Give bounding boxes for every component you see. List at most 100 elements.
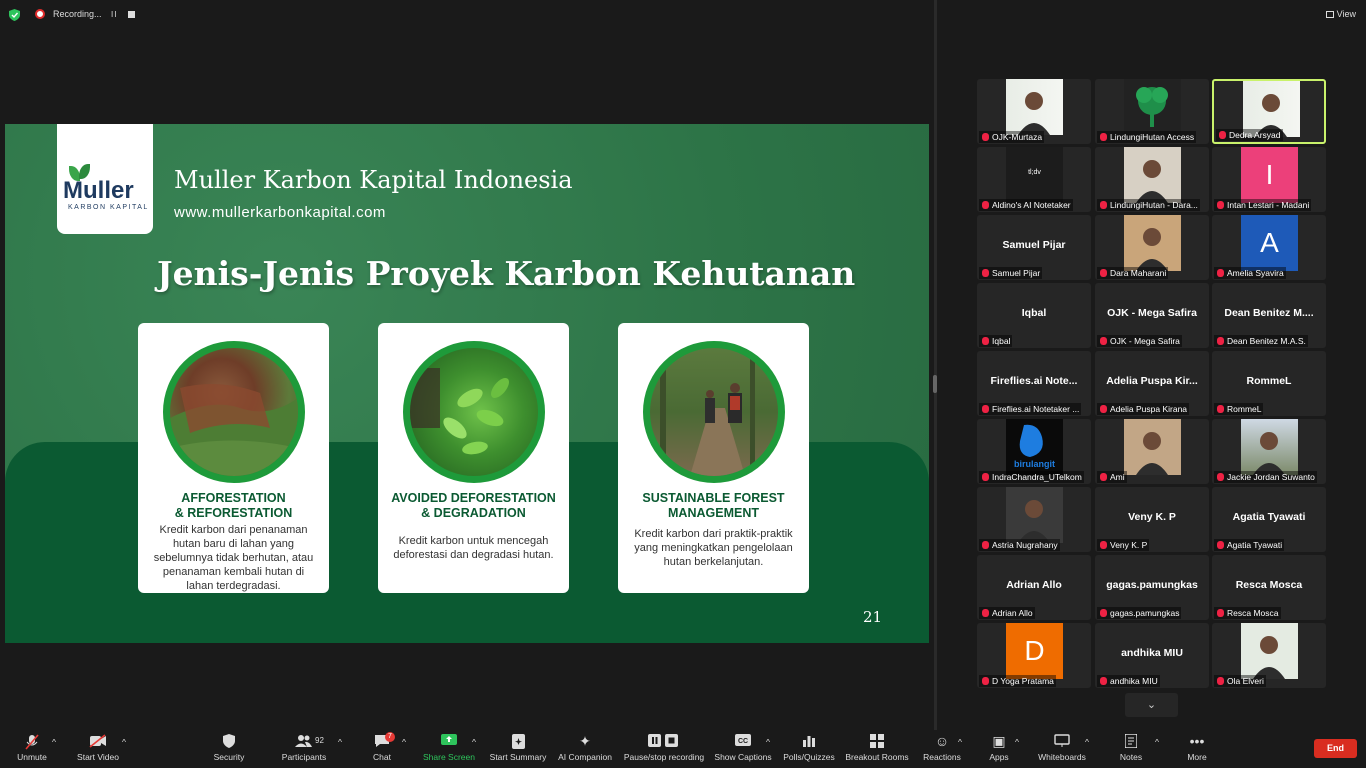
start-video-button[interactable]: Start Video [74,734,122,762]
participant-tile[interactable]: Adrian Allo Adrian Allo [977,555,1091,620]
participant-tile[interactable]: Dean Benitez M.... Dean Benitez M.A.S. [1212,283,1326,348]
ai-companion-button[interactable]: ✦ AI Companion [556,734,614,763]
mic-muted-icon [982,405,989,413]
participant-name-text: gagas.pamungkas [1110,608,1180,618]
reactions-options-caret[interactable]: ^ [958,737,962,747]
participant-name-text: OJK - Mega Safira [1110,336,1180,346]
participant-tile[interactable]: Adelia Puspa Kir... Adelia Puspa Kirana [1095,351,1209,416]
share-screen-button[interactable]: Share Screen [422,734,476,762]
participant-tile[interactable]: tl;dv Aldino's AI Notetaker [977,147,1091,212]
participant-tile[interactable]: Jackie Jordan Suwanto [1212,419,1326,484]
security-button[interactable]: Security [208,734,250,762]
apps-icon: ▣ [992,733,1006,749]
view-button[interactable]: View [1325,9,1356,19]
participant-tile[interactable]: LindungiHutan Access [1095,79,1209,144]
participant-tile[interactable]: I Intan Lestari - Madani [1212,147,1326,212]
mic-muted-icon [982,133,989,141]
captions-options-caret[interactable]: ^ [766,737,770,747]
participant-tile[interactable]: DD Yoga Pratama [977,623,1091,688]
mic-muted-icon [1100,541,1107,549]
organization-name: Muller Karbon Kapital Indonesia [174,166,573,194]
participant-tile[interactable]: birulangit IndraChandra_UTelkom [977,419,1091,484]
more-dots-icon: ••• [1189,733,1205,749]
participant-tile[interactable]: Iqbal Iqbal [977,283,1091,348]
participant-tile[interactable]: Fireflies.ai Note... Fireflies.ai Notetak… [977,351,1091,416]
participant-tile[interactable]: Dara Maharani [1095,215,1209,280]
avatar: I [1241,147,1298,203]
polls-quizzes-button[interactable]: Polls/Quizzes [782,734,836,762]
unmute-button[interactable]: Unmute [14,734,50,762]
participant-tile[interactable]: Resca Mosca Resca Mosca [1212,555,1326,620]
participant-name-text: LindungiHutan - Dara... [1110,200,1198,210]
participant-tile[interactable]: A Amelia Syavira [1212,215,1326,280]
video-feed [1124,147,1181,203]
participants-count: 92 [315,736,324,745]
participant-name-text: Veny K. P [1110,540,1148,550]
whiteboard-icon [1053,734,1071,749]
participant-tile[interactable]: Agatia Tyawati Agatia Tyawati [1212,487,1326,552]
more-button[interactable]: ••• More [1182,733,1212,763]
participant-name-text: OJK-Murtaza [992,132,1043,142]
participant-name-label: OJK - Mega Safira [1097,335,1182,347]
participants-options-caret[interactable]: ^ [338,737,342,747]
participant-name-text: Resca Mosca [1227,608,1279,618]
audio-options-caret[interactable]: ^ [52,737,56,747]
participant-tile[interactable]: Samuel Pijar Samuel Pijar [977,215,1091,280]
mic-muted-icon [1100,405,1107,413]
participant-tile[interactable]: gagas.pamungkas gagas.pamungkas [1095,555,1209,620]
participant-name-display: Adrian Allo [1006,579,1062,591]
forest-path-image [660,348,755,476]
participant-tile[interactable]: Ami [1095,419,1209,484]
participant-tile[interactable]: LindungiHutan - Dara... [1095,147,1209,212]
participant-name-display: andhika MIU [1121,647,1183,659]
participant-name-text: Agatia Tyawati [1227,540,1283,550]
participant-name-text: Aldino's AI Notetaker [992,200,1071,210]
participant-tile[interactable]: andhika MIU andhika MIU [1095,623,1209,688]
participant-name-display: Iqbal [1021,307,1047,319]
video-options-caret[interactable]: ^ [122,737,126,747]
participant-name-display: Fireflies.ai Note... [990,375,1078,387]
chat-button[interactable]: Chat 7 [368,732,396,762]
participant-tile[interactable]: Ola Elveri [1212,623,1326,688]
panel-splitter[interactable] [934,0,937,730]
end-meeting-button[interactable]: End [1314,739,1357,758]
breakout-rooms-button[interactable]: Breakout Rooms [844,734,910,762]
splitter-handle[interactable] [933,375,937,393]
card-title: & DEGRADATION [421,506,526,520]
chat-options-caret[interactable]: ^ [402,737,406,747]
participant-name-display: gagas.pamungkas [1106,579,1198,591]
video-feed [1006,79,1063,135]
captions-icon: CC [734,734,752,749]
card-title: & REFORESTATION [174,506,293,520]
participant-tile[interactable]: OJK - Mega Safira OJK - Mega Safira [1095,283,1209,348]
shield-check-icon[interactable] [9,9,20,21]
participant-tile[interactable]: Veny K. P Veny K. P [1095,487,1209,552]
pause-recording-icon[interactable]: II [111,10,117,19]
participant-tile[interactable]: OJK-Murtaza [977,79,1091,144]
apps-button[interactable]: ▣ Apps [984,733,1014,763]
mic-muted-icon [982,473,989,481]
pause-stop-recording-button[interactable]: Pause/stop recording [622,734,706,762]
participant-tile[interactable]: Dedra Arsyad [1212,79,1326,144]
mic-muted-icon [1100,201,1107,209]
apps-options-caret[interactable]: ^ [1015,737,1019,747]
show-captions-button[interactable]: CC Show Captions [714,734,772,762]
stop-recording-icon[interactable] [128,11,135,18]
share-options-caret[interactable]: ^ [472,737,476,747]
participant-tile[interactable]: RommeL RommeL [1212,351,1326,416]
whiteboards-options-caret[interactable]: ^ [1085,737,1089,747]
gallery-scroll-down-button[interactable]: ⌄ [1125,693,1178,717]
notes-options-caret[interactable]: ^ [1155,737,1159,747]
participant-name-label: Adrian Allo [979,607,1035,619]
participant-name-text: IndraChandra_UTelkom [992,472,1082,482]
whiteboards-button[interactable]: Whiteboards [1036,734,1088,762]
grid-view-icon [1325,11,1334,19]
participant-name-text: Samuel Pijar [992,268,1041,278]
participant-tile[interactable]: Astria Nugrahany [977,487,1091,552]
start-summary-button[interactable]: Start Summary [488,734,548,762]
leaves-image [410,368,509,455]
participant-name-text: andhika MIU [1110,676,1158,686]
participant-name-label: Resca Mosca [1214,607,1281,619]
mic-muted-icon [982,269,989,277]
notes-button[interactable]: Notes [1116,733,1146,762]
